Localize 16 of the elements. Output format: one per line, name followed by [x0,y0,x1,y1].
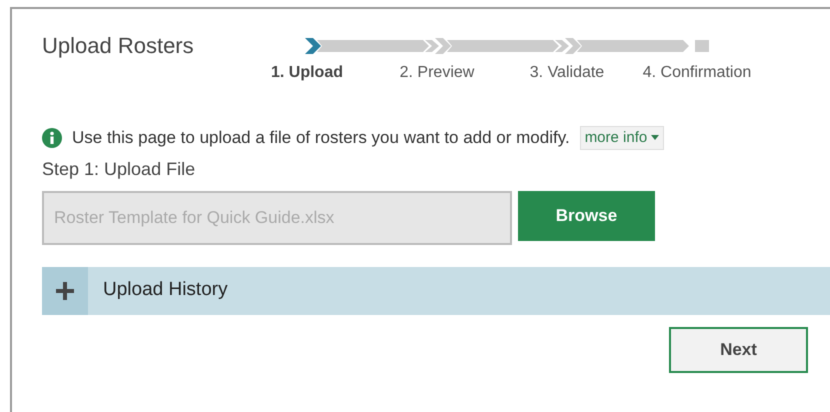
plus-icon [56,282,74,300]
upload-history-bar[interactable]: Upload History [42,266,830,314]
browse-button[interactable]: Browse [518,190,655,240]
page-title: Upload Rosters [42,32,195,60]
caret-icon [651,135,660,140]
more-info-button[interactable]: more info [580,126,664,150]
step-heading: Step 1: Upload File [42,158,196,180]
next-button[interactable]: Next [669,326,808,372]
file-field[interactable]: Roster Template for Quick Guide.xlsx [42,190,512,244]
info-text: Use this page to upload a file of rosters you want to add or modify. [72,127,570,149]
step-label: 2. Preview [400,63,474,83]
info-icon [42,128,62,148]
step-label: 4. Confirmation [642,63,752,83]
step-label: 3. Validate [530,63,604,83]
upload-history-label: Upload History [103,278,228,302]
step-label: 1. Upload [270,63,343,83]
